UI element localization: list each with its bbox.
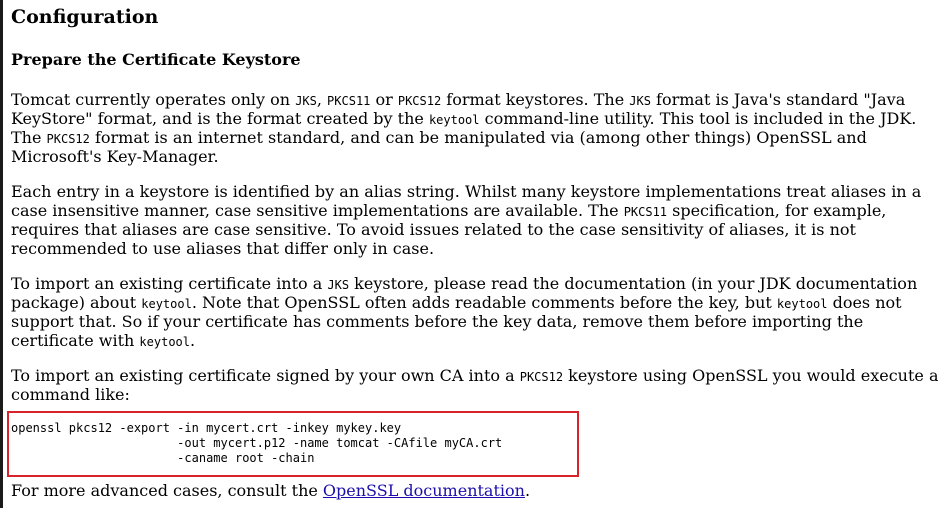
text: The <box>11 128 47 147</box>
code-block: openssl pkcs12 -export -in mycert.crt -i… <box>7 411 579 477</box>
section-heading: Configuration <box>11 6 159 28</box>
inline-code: keytool <box>776 297 828 311</box>
inline-code: JKS <box>629 94 651 108</box>
text: format is Java's standard "Java <box>650 90 906 109</box>
text: command like: <box>11 385 130 404</box>
openssl-documentation-link[interactable]: OpenSSL documentation <box>323 481 525 500</box>
inline-code: keytool <box>428 113 480 127</box>
text: requires that aliases are case sensitive… <box>11 220 856 239</box>
paragraph-line: command like: <box>11 385 130 404</box>
paragraph-line: Each entry in a keystore is identified b… <box>11 182 921 201</box>
text: . <box>190 331 196 350</box>
text: To import an existing certificate into a <box>11 274 328 293</box>
inline-code: keytool <box>141 297 192 311</box>
inline-code: PKCS11 <box>623 205 668 219</box>
text: , <box>316 90 328 109</box>
text: command-line utility. This tool is inclu… <box>479 109 917 128</box>
text: . <box>524 481 531 500</box>
text: specification, for example, <box>667 201 887 220</box>
paragraph-line: case insensitive manner, case sensitive … <box>11 201 886 222</box>
inline-code: PKCS12 <box>519 370 564 384</box>
paragraph-line: To import an existing certificate signed… <box>11 366 938 387</box>
inline-code: keytool <box>139 335 190 349</box>
paragraph-line: Microsoft's Key-Manager. <box>11 147 219 166</box>
text: KeyStore" format, and is the format crea… <box>11 109 429 128</box>
inline-code: PKCS12 <box>46 132 90 146</box>
inline-code: JKS <box>295 94 317 108</box>
text: keystore using OpenSSL you would execute… <box>563 366 938 385</box>
left-border <box>0 0 3 508</box>
text: format keystores. The <box>441 90 630 109</box>
paragraph-line: Tomcat currently operates only on JKS, P… <box>11 90 905 111</box>
openssl-command: openssl pkcs12 -export -in mycert.crt -i… <box>11 421 503 465</box>
text: To import an existing certificate signed… <box>11 366 520 385</box>
subsection-heading: Prepare the Certificate Keystore <box>11 50 301 69</box>
paragraph-line: recommended to use aliases that differ o… <box>11 239 434 258</box>
paragraph-advanced-cases: For more advanced cases, consult the Ope… <box>11 481 530 500</box>
paragraph-line: support that. So if your certificate has… <box>11 312 863 331</box>
paragraph-line: The PKCS12 format is an internet standar… <box>11 128 867 149</box>
text: certificate with <box>11 331 140 350</box>
text: or <box>370 90 398 109</box>
text: . Note that OpenSSL often adds readable … <box>191 293 777 312</box>
paragraph-line: To import an existing certificate into a… <box>11 274 917 295</box>
text: Microsoft's Key-Manager. <box>11 147 219 166</box>
text: keystore, please read the documentation … <box>349 274 918 293</box>
text: does not <box>827 293 902 312</box>
text: Each entry in a keystore is identified b… <box>11 182 922 201</box>
paragraph-line: package) about keytool. Note that OpenSS… <box>11 293 902 314</box>
text: For more advanced cases, consult the <box>11 481 323 500</box>
inline-code: PKCS11 <box>327 94 371 108</box>
inline-code: PKCS12 <box>397 94 442 108</box>
inline-code: JKS <box>327 278 350 292</box>
text: recommended to use aliases that differ o… <box>11 239 435 258</box>
text: package) about <box>11 293 142 312</box>
text: case insensitive manner, case sensitive … <box>11 201 624 220</box>
text: format is an internet standard, and can … <box>89 128 867 147</box>
paragraph-line: certificate with keytool. <box>11 331 195 352</box>
text: support that. So if your certificate has… <box>11 312 864 331</box>
paragraph-line: KeyStore" format, and is the format crea… <box>11 109 916 130</box>
paragraph-line: requires that aliases are case sensitive… <box>11 220 856 239</box>
text: Tomcat currently operates only on <box>11 90 296 109</box>
